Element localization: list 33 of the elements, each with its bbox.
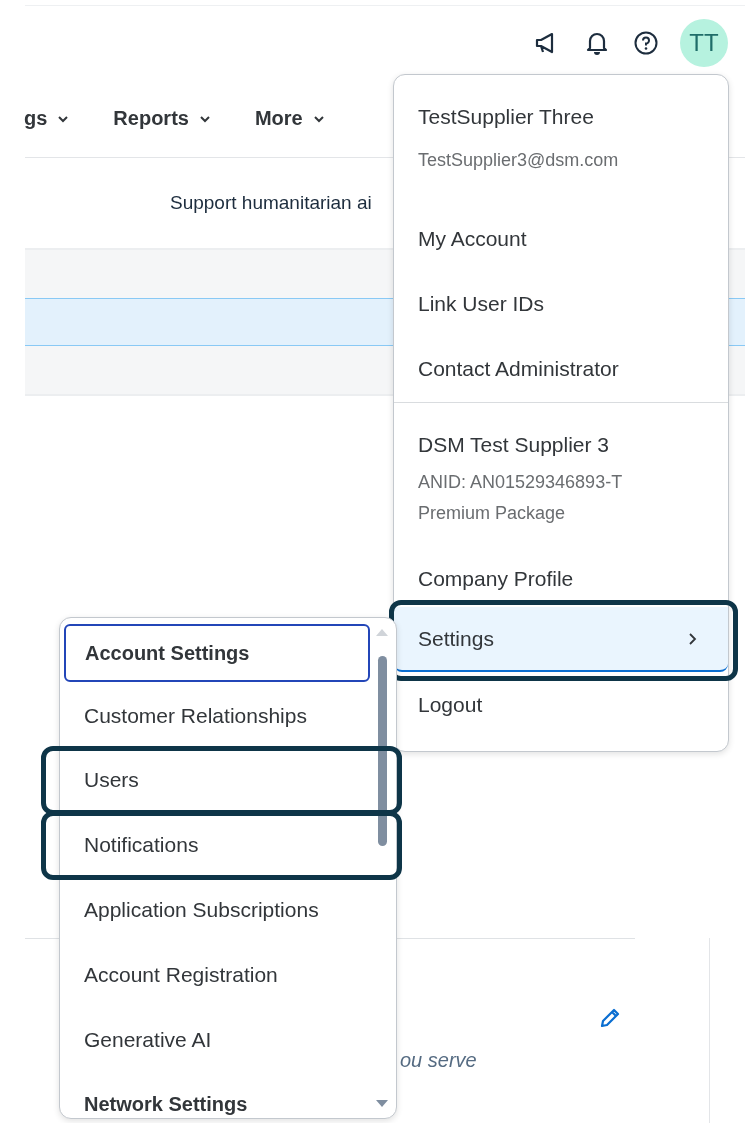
menu-item[interactable]: Network Settings — [60, 1072, 370, 1123]
menu-item[interactable]: Application Subscriptions — [60, 877, 370, 942]
user-avatar[interactable]: TT — [680, 19, 728, 67]
menu-item[interactable]: Settings — [394, 607, 728, 672]
chevron-down-icon[interactable] — [198, 114, 211, 123]
nav-tab[interactable]: More — [254, 107, 325, 130]
chevron-right-icon[interactable] — [688, 631, 698, 646]
account-detail: ANID: AN01529346893-T — [418, 471, 624, 494]
menu-item[interactable]: Link User IDs — [394, 271, 728, 336]
menu-item[interactable]: Contact Administrator — [394, 336, 728, 401]
menu-item[interactable]: Account Registration — [60, 942, 370, 1007]
menu-item[interactable]: Logout — [394, 672, 728, 737]
account-name: TestSupplier Three — [417, 105, 595, 130]
banner-text: Support humanitarian ai — [170, 192, 372, 214]
menu-item[interactable]: Account Settings — [64, 624, 370, 682]
menu-item[interactable]: Customer Relationships — [60, 685, 370, 747]
menu-item[interactable]: Users — [60, 747, 370, 812]
chevron-down-icon[interactable] — [312, 114, 325, 123]
scrollbar-thumb[interactable] — [378, 656, 387, 846]
nav-tab[interactable]: gs — [24, 107, 70, 130]
description-text: ou serve — [399, 1049, 478, 1072]
account-detail: TestSupplier3@dsm.com — [418, 149, 620, 172]
help-icon[interactable] — [634, 31, 658, 55]
chevron-down-icon[interactable] — [57, 114, 70, 123]
menu-item[interactable]: Company Profile — [394, 551, 728, 607]
bell-icon[interactable] — [586, 31, 608, 55]
scroll-down-icon[interactable] — [376, 1100, 388, 1108]
menu-item[interactable]: My Account — [394, 206, 728, 271]
account-detail: Premium Package — [418, 502, 567, 525]
account-name: DSM Test Supplier 3 — [417, 433, 611, 458]
menu-item[interactable]: Notifications — [60, 812, 370, 877]
menu-item[interactable]: Generative AI — [60, 1007, 370, 1072]
nav-tab[interactable]: Reports — [113, 107, 211, 130]
